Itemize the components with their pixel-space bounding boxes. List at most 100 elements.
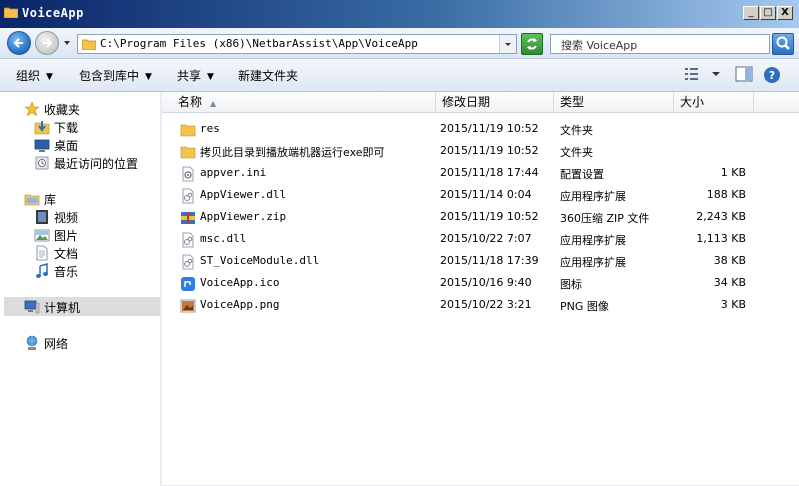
ico-file-icon	[181, 277, 195, 291]
file-date: 2015/10/22 3:21	[440, 298, 532, 311]
search-icon	[776, 36, 790, 50]
forward-button[interactable]	[35, 31, 59, 55]
file-name: res	[200, 122, 220, 135]
music-library-icon	[36, 263, 48, 278]
search-button[interactable]	[772, 33, 794, 55]
chevron-down-icon[interactable]	[710, 69, 722, 79]
file-type: 文件夹	[560, 146, 593, 159]
file-name: AppViewer.zip	[200, 210, 287, 223]
zip-file-icon	[181, 212, 195, 224]
file-row[interactable]: appver.ini 2015/11/18 17:44 配置设置 1 KB	[162, 163, 799, 185]
explorer-window: VoiceApp _ □ X C:\Program Files (x86)\Ne…	[0, 0, 799, 486]
file-date: 2015/11/19 10:52	[440, 210, 539, 223]
column-header-size[interactable]: 大小	[674, 92, 754, 112]
refresh-icon	[527, 38, 537, 50]
file-date: 2015/11/19 10:52	[440, 122, 539, 135]
file-row[interactable]: AppViewer.dll 2015/11/14 0:04 应用程序扩展 188…	[162, 185, 799, 207]
file-row[interactable]: 拷贝此目录到播放端机器运行exe即可 2015/11/19 10:52 文件夹	[162, 141, 799, 163]
file-row[interactable]: msc.dll 2015/10/22 7:07 应用程序扩展 1,113 KB	[162, 229, 799, 251]
file-date: 2015/10/16 9:40	[440, 276, 532, 289]
file-row[interactable]: ST_VoiceModule.dll 2015/11/18 17:39 应用程序…	[162, 251, 799, 273]
png-file-icon	[180, 299, 196, 313]
address-path[interactable]: C:\Program Files (x86)\NetbarAssist\App\…	[100, 37, 418, 50]
back-button[interactable]	[7, 31, 31, 55]
share-menu[interactable]: 共享 ▼	[177, 67, 214, 84]
file-name: 拷贝此目录到播放端机器运行exe即可	[200, 146, 385, 159]
address-row: C:\Program Files (x86)\NetbarAssist\App\…	[0, 28, 799, 59]
address-bar[interactable]: C:\Program Files (x86)\NetbarAssist\App\…	[77, 34, 517, 54]
maximize-button[interactable]: □	[760, 6, 776, 20]
minimize-button[interactable]: _	[743, 6, 759, 20]
search-input[interactable]: 搜索 VoiceApp	[561, 37, 637, 53]
file-name: VoiceApp.ico	[200, 276, 280, 289]
column-header-name[interactable]: 名称 ▲	[172, 92, 436, 112]
file-size: 188 KB	[706, 188, 746, 201]
file-size: 34 KB	[713, 276, 746, 289]
column-header-type[interactable]: 类型	[554, 92, 674, 112]
chevron-down-icon: ▼	[207, 72, 214, 82]
command-bar: 组织 ▼ 包含到库中 ▼ 共享 ▼ 新建文件夹 ?	[0, 59, 799, 92]
file-type: 配置设置	[560, 168, 604, 181]
refresh-button[interactable]	[521, 33, 543, 55]
video-library-icon	[36, 210, 48, 224]
pictures-library-icon	[34, 229, 50, 242]
folder-icon	[82, 39, 96, 50]
svg-text:?: ?	[769, 69, 775, 82]
star-icon	[24, 101, 40, 117]
chevron-down-icon: ▼	[46, 72, 53, 82]
view-options-icon[interactable]	[684, 66, 700, 82]
file-date: 2015/11/19 10:52	[440, 144, 539, 157]
file-type: 应用程序扩展	[560, 256, 626, 269]
file-size: 3 KB	[720, 298, 746, 311]
file-name: VoiceApp.png	[200, 298, 280, 311]
include-in-library-menu[interactable]: 包含到库中 ▼	[79, 67, 152, 84]
file-size: 2,243 KB	[696, 210, 746, 223]
download-folder-icon	[34, 121, 50, 135]
recent-pages-dropdown[interactable]	[62, 38, 72, 48]
column-header-row: 名称 ▲ 修改日期 类型 大小	[162, 92, 799, 113]
documents-library-icon	[36, 245, 48, 261]
close-button[interactable]: X	[777, 6, 793, 20]
file-name: appver.ini	[200, 166, 267, 179]
file-date: 2015/10/22 7:07	[440, 232, 532, 245]
help-icon[interactable]: ?	[763, 66, 781, 84]
arrow-left-icon	[13, 38, 23, 48]
chevron-down-icon: ▼	[145, 72, 152, 82]
file-row[interactable]: res 2015/11/19 10:52 文件夹	[162, 119, 799, 141]
column-header-date[interactable]: 修改日期	[436, 92, 554, 112]
file-type: 360压缩 ZIP 文件	[560, 212, 650, 225]
library-icon	[24, 194, 40, 206]
preview-pane-icon[interactable]	[735, 66, 753, 82]
file-type: 应用程序扩展	[560, 234, 626, 247]
file-row[interactable]: AppViewer.zip 2015/11/19 10:52 360压缩 ZIP…	[162, 207, 799, 229]
desktop-icon	[34, 139, 50, 152]
dll-file-icon	[182, 232, 194, 248]
recent-places-icon	[35, 156, 49, 170]
chevron-down-icon	[505, 43, 511, 46]
file-date: 2015/11/18 17:39	[440, 254, 539, 267]
file-row[interactable]: VoiceApp.png 2015/10/22 3:21 PNG 图像 3 KB	[162, 295, 799, 317]
navigation-pane	[0, 92, 161, 486]
file-size: 1,113 KB	[696, 232, 746, 245]
file-size: 38 KB	[713, 254, 746, 267]
folder-icon	[180, 124, 196, 137]
file-type: 图标	[560, 278, 582, 291]
file-row[interactable]: VoiceApp.ico 2015/10/16 9:40 图标 34 KB	[162, 273, 799, 295]
file-date: 2015/11/14 0:04	[440, 188, 532, 201]
title-bar[interactable]: VoiceApp _ □ X	[0, 0, 799, 28]
file-type: 文件夹	[560, 124, 593, 137]
new-folder-button[interactable]: 新建文件夹	[238, 67, 298, 84]
dll-file-icon	[182, 254, 194, 270]
file-name: ST_VoiceModule.dll	[200, 254, 320, 267]
dll-file-icon	[182, 188, 194, 204]
file-name: AppViewer.dll	[200, 188, 287, 201]
file-type: PNG 图像	[560, 300, 609, 313]
computer-icon	[24, 300, 40, 314]
organize-menu[interactable]: 组织 ▼	[16, 67, 53, 84]
network-icon	[26, 335, 38, 350]
search-box[interactable]: 搜索 VoiceApp	[550, 34, 770, 54]
folder-icon	[4, 7, 18, 18]
file-type: 应用程序扩展	[560, 190, 626, 203]
address-dropdown-button[interactable]	[499, 35, 516, 53]
ini-file-icon	[182, 166, 194, 182]
